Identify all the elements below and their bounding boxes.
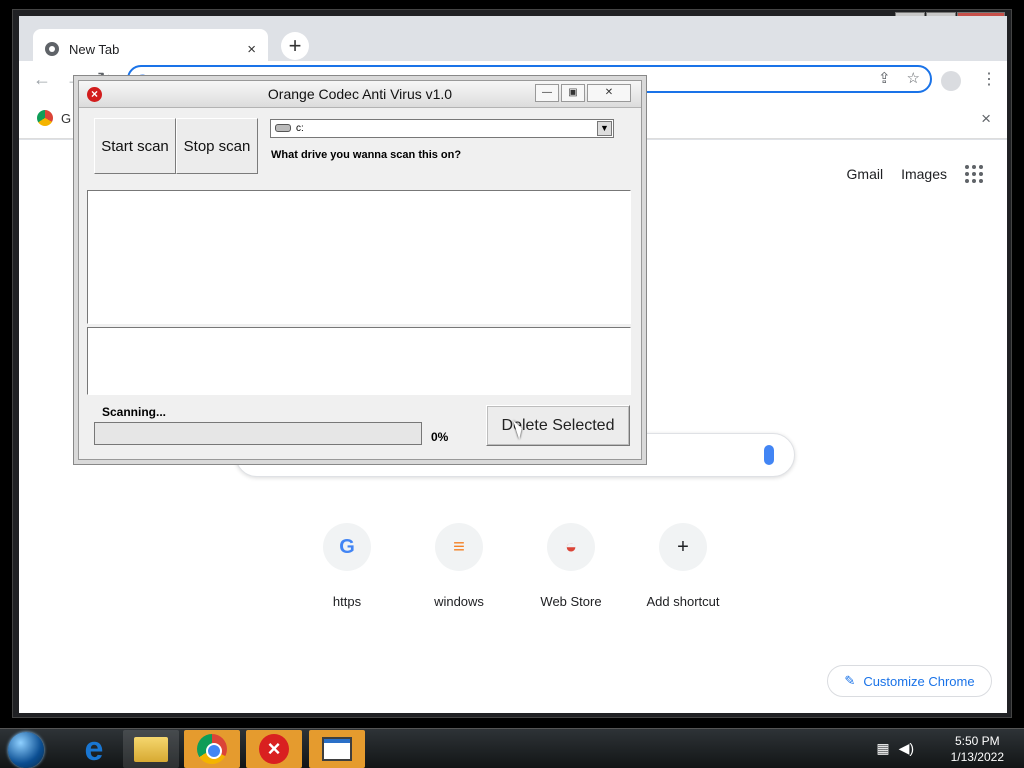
drive-select[interactable]: c: ▼: [270, 119, 614, 138]
shortcuts: G https ≡ windows ◒ Web Store + Add shor…: [307, 523, 723, 609]
clock[interactable]: 5:50 PM 1/13/2022: [951, 733, 1004, 765]
close-tab-icon[interactable]: ×: [247, 41, 256, 58]
start-button[interactable]: [8, 732, 44, 768]
scan-progress-bar: [94, 422, 422, 445]
back-icon[interactable]: ←: [33, 69, 51, 90]
shortcut-label: Add shortcut: [646, 594, 720, 609]
close-bookmark-bar-icon[interactable]: ×: [981, 109, 991, 129]
clock-time: 5:50 PM: [954, 734, 1000, 748]
google-g-icon: G: [323, 523, 371, 571]
plus-icon: +: [659, 523, 707, 571]
shortcut-label: https: [332, 594, 362, 609]
scan-results-list[interactable]: [87, 190, 631, 324]
chrome-icon: [45, 42, 59, 56]
system-tray: ▦ ◀): [876, 740, 914, 757]
tab-title: New Tab: [69, 41, 120, 57]
shortcut-windows[interactable]: ≡ windows: [419, 523, 499, 609]
microphone-icon[interactable]: [764, 445, 774, 465]
address-actions: ⇪ ☆: [878, 69, 920, 87]
volume-icon[interactable]: ◀): [899, 740, 914, 757]
internet-explorer-icon[interactable]: e: [66, 730, 122, 768]
clock-date: 1/13/2022: [950, 750, 1004, 764]
shortcut-web-store[interactable]: ◒ Web Store: [531, 523, 611, 609]
start-scan-button[interactable]: Start scan: [94, 118, 176, 174]
gmail-link[interactable]: Gmail: [847, 166, 884, 182]
share-icon[interactable]: ⇪: [878, 69, 891, 87]
chrome-taskbar-button[interactable]: [184, 730, 240, 768]
stop-scan-button[interactable]: Stop scan: [176, 118, 258, 174]
file-explorer-button[interactable]: [123, 730, 179, 768]
apps-icon[interactable]: [965, 165, 983, 183]
delete-selected-button[interactable]: Delete Selected: [486, 405, 630, 446]
drive-question: What drive you wanna scan this on?: [271, 149, 462, 161]
antivirus-dialog: × Orange Codec Anti Virus v1.0 — ▣ ✕ Sta…: [78, 80, 642, 460]
images-link[interactable]: Images: [901, 166, 947, 182]
dialog-close-button[interactable]: ✕: [587, 84, 631, 102]
shortcut-https[interactable]: G https: [307, 523, 387, 609]
shortcut-label: Web Store: [540, 594, 602, 609]
app-icon: ×: [87, 87, 102, 102]
chevron-down-icon[interactable]: ▼: [597, 121, 612, 136]
stackoverflow-icon: ≡: [435, 523, 483, 571]
star-icon[interactable]: ☆: [907, 69, 920, 87]
drive-icon: [275, 124, 291, 132]
chrome-web-store-icon: ◒: [547, 523, 595, 571]
bookmark-item[interactable]: G: [37, 110, 71, 126]
customize-label: Customize Chrome: [863, 673, 975, 689]
notepad-taskbar-button[interactable]: [309, 730, 365, 768]
folder-icon: [134, 736, 168, 762]
dialog-restore-button[interactable]: ▣: [561, 84, 585, 102]
scan-status: Scanning...: [102, 405, 167, 419]
red-x-icon: ×: [259, 734, 289, 764]
bookmark-label: G: [61, 110, 72, 126]
profile-avatar[interactable]: [941, 71, 961, 91]
menu-icon[interactable]: ⋮: [981, 69, 997, 89]
details-pane[interactable]: [87, 327, 631, 395]
customize-chrome-button[interactable]: ✎ Customize Chrome: [827, 665, 992, 697]
selected-drive: c:: [296, 123, 304, 134]
notepad-icon: [322, 737, 352, 761]
antivirus-taskbar-button[interactable]: ×: [246, 730, 302, 768]
dialog-title: Orange Codec Anti Virus v1.0: [267, 86, 453, 102]
dialog-titlebar: × Orange Codec Anti Virus v1.0 — ▣ ✕: [79, 81, 641, 108]
new-tab-button[interactable]: +: [281, 32, 309, 60]
dialog-minimize-button[interactable]: —: [535, 84, 559, 102]
windows-taskbar: e × ▦ ◀) 5:50 PM 1/13/2022: [0, 728, 1024, 768]
dialog-window-controls: — ▣ ✕: [535, 84, 631, 102]
chrome-icon: [197, 734, 227, 764]
network-icon[interactable]: ▦: [876, 740, 889, 757]
progress-percent: 0%: [431, 430, 449, 444]
chrome-icon: [37, 110, 53, 126]
top-links: Gmail Images: [847, 165, 983, 183]
pencil-icon: ✎: [844, 673, 856, 688]
shortcut-add-shortcut[interactable]: + Add shortcut: [643, 523, 723, 609]
shortcut-label: windows: [434, 594, 484, 609]
